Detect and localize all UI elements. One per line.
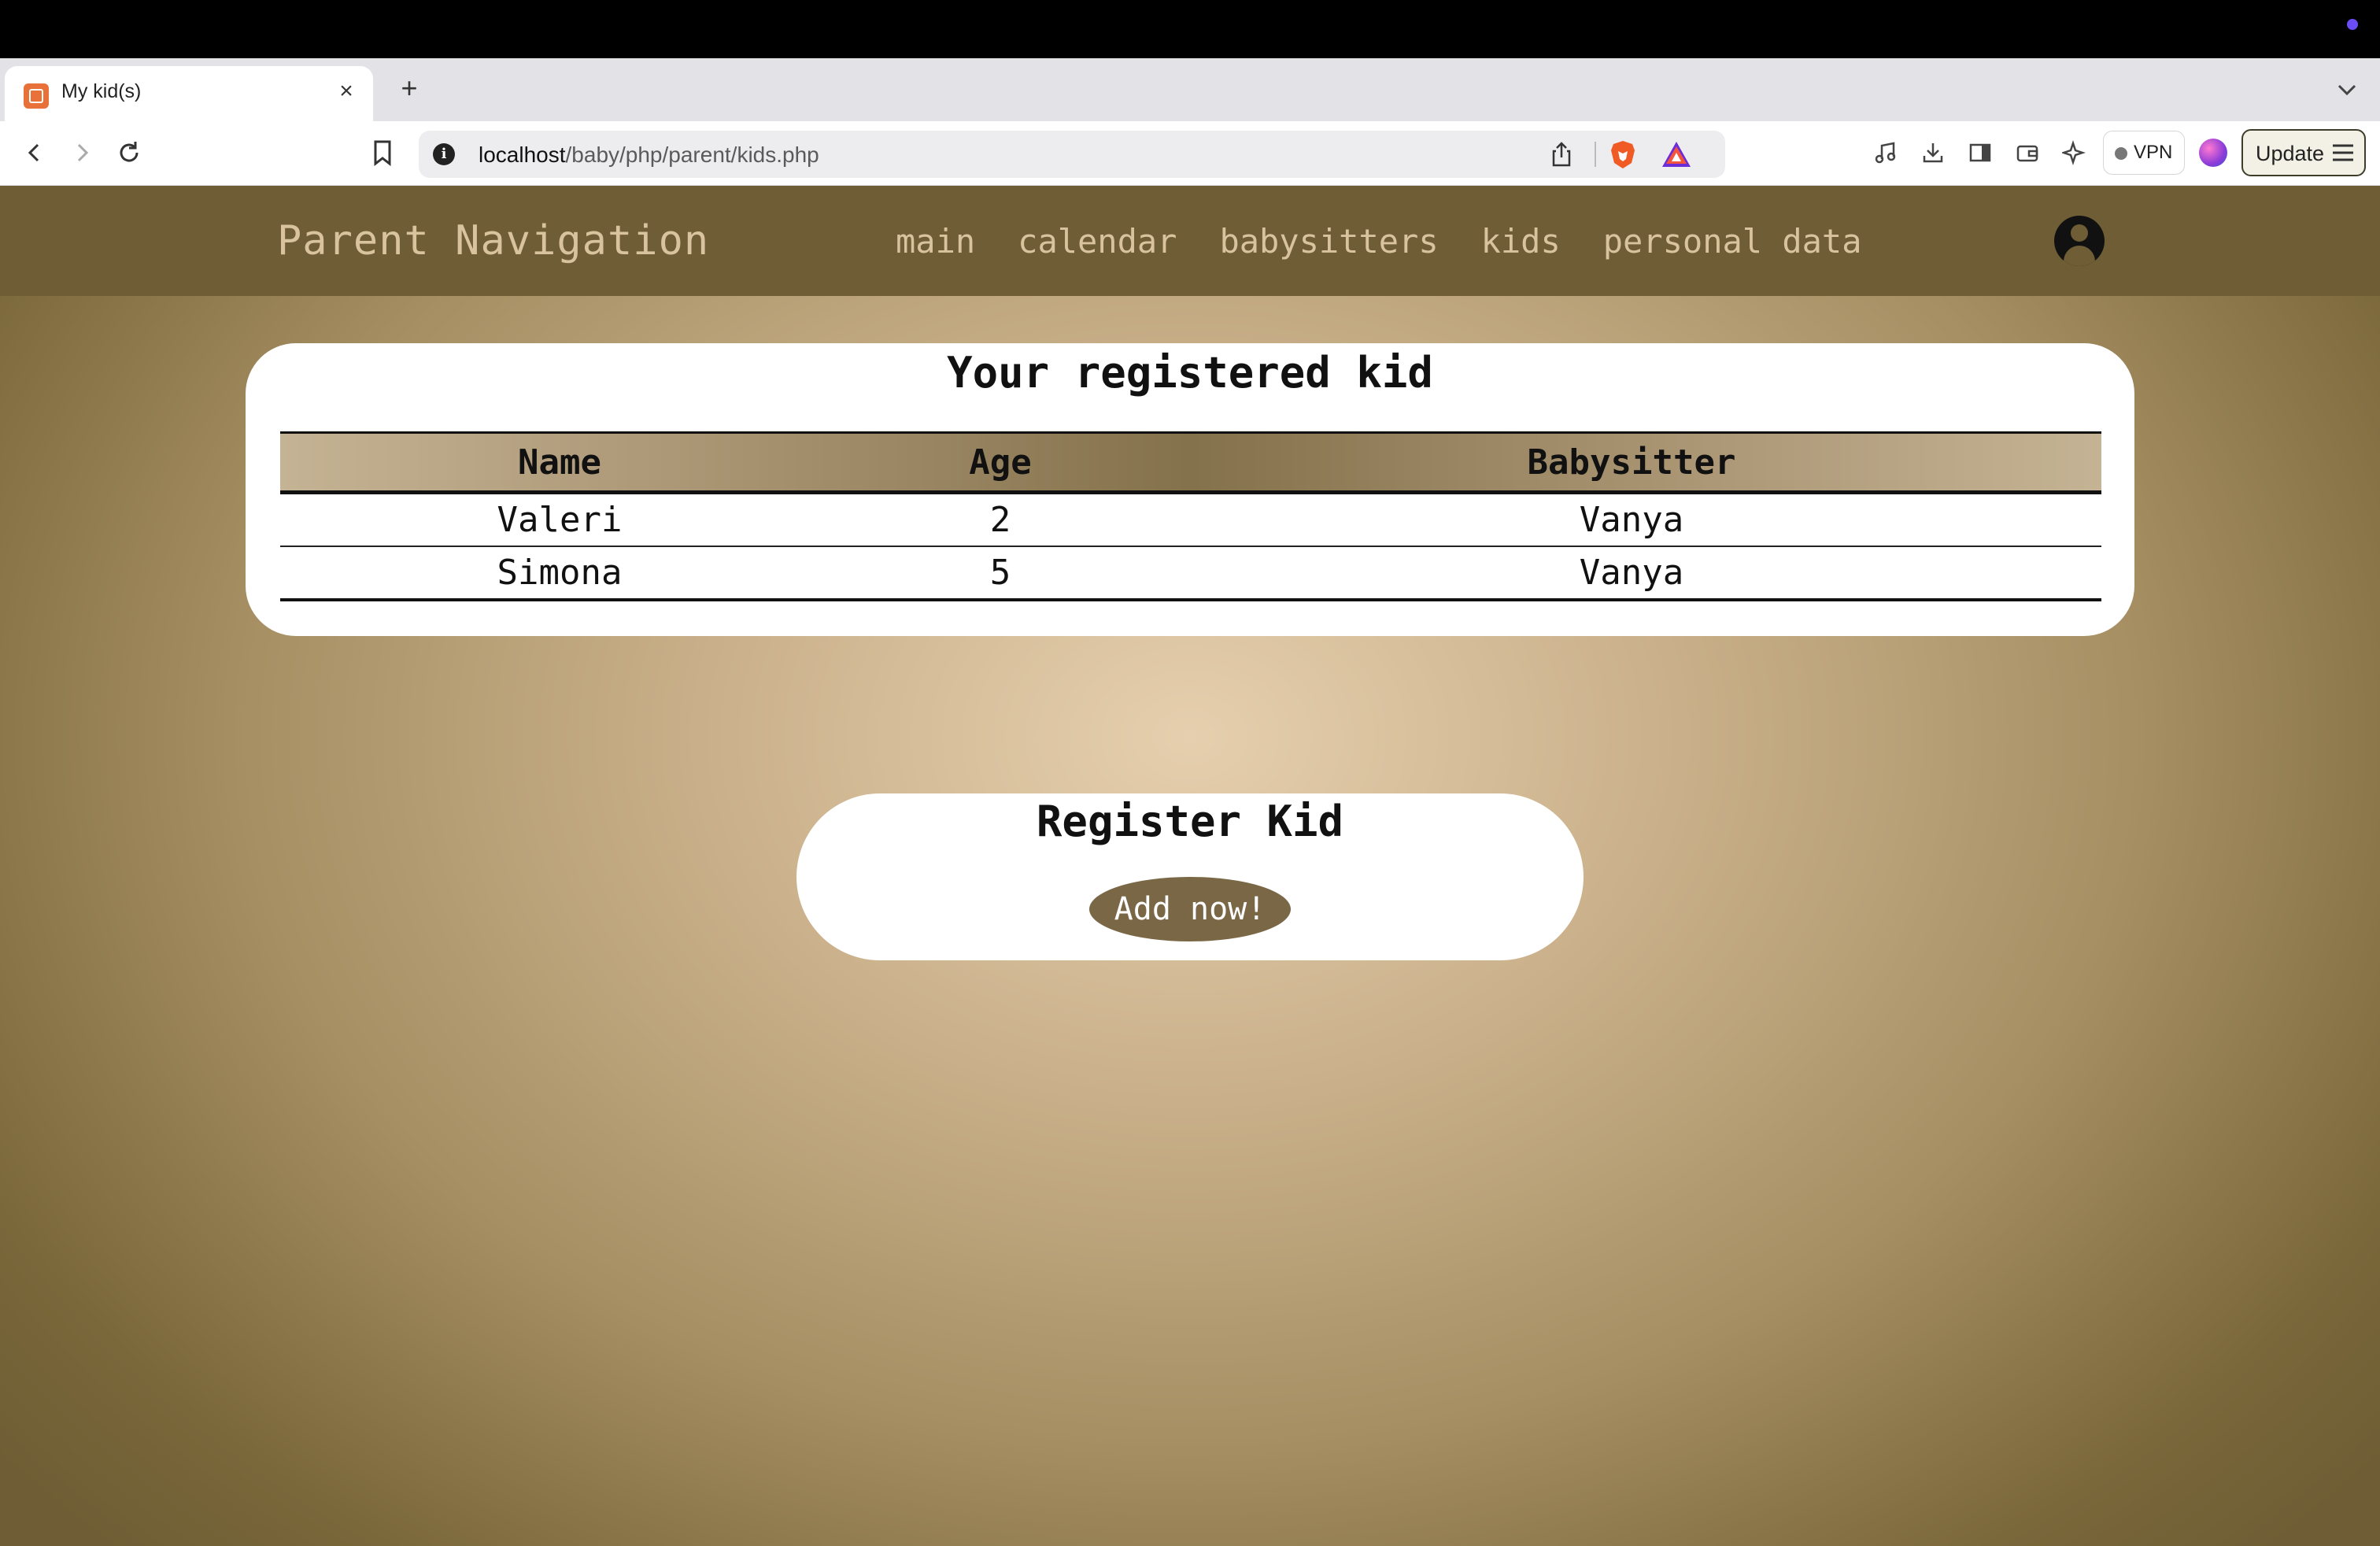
- forward-arrow-icon[interactable]: [63, 134, 101, 172]
- column-header-age: Age: [839, 431, 1162, 494]
- menu-hamburger-icon: [2333, 144, 2353, 161]
- leo-ai-icon[interactable]: [2056, 134, 2094, 172]
- wallet-icon[interactable]: [2009, 134, 2046, 172]
- system-menu-bar: [0, 0, 2380, 58]
- browser-toolbar: i localhost/baby/php/parent/kids.php VPN…: [0, 121, 2380, 186]
- profile-avatar-icon[interactable]: [2199, 139, 2227, 167]
- address-bar[interactable]: i localhost/baby/php/parent/kids.php: [419, 131, 1725, 178]
- download-icon[interactable]: [1914, 134, 1952, 172]
- nav-link-calendar[interactable]: calendar: [1018, 222, 1177, 261]
- kid-age-cell: 5: [839, 546, 1162, 601]
- sidebar-icon[interactable]: [1961, 134, 1999, 172]
- share-icon[interactable]: [1547, 140, 1576, 168]
- nav-link-kids[interactable]: kids: [1481, 222, 1561, 261]
- url-host: localhost: [479, 142, 566, 167]
- site-info-icon[interactable]: i: [433, 143, 455, 165]
- vpn-status-icon: [2115, 147, 2127, 160]
- nav-link-babysitters[interactable]: babysitters: [1219, 222, 1438, 261]
- register-section-title: Register Kid: [1036, 797, 1344, 846]
- kids-table: Name Age Babysitter Valeri 2 Vanya Simon…: [280, 431, 2101, 601]
- page-viewport: Parent Navigation main calendar babysitt…: [0, 186, 2380, 1546]
- back-arrow-icon[interactable]: [16, 134, 54, 172]
- table-row: Valeri 2 Vanya: [280, 492, 2101, 547]
- kid-babysitter-cell: Vanya: [1162, 546, 2101, 601]
- column-header-babysitter: Babysitter: [1162, 431, 2101, 494]
- status-dot-icon: [2347, 19, 2358, 30]
- registered-kids-card: Your registered kid Name Age Babysitter …: [246, 343, 2134, 636]
- kid-name-cell: Simona: [280, 546, 839, 601]
- user-account-icon[interactable]: [2054, 216, 2105, 266]
- update-label: Update: [2256, 142, 2325, 165]
- tab-list-chevron-icon[interactable]: [2331, 74, 2363, 105]
- favicon-icon: [24, 83, 49, 109]
- parent-navigation-bar: Parent Navigation main calendar babysitt…: [0, 186, 2380, 296]
- media-music-icon[interactable]: [1867, 134, 1905, 172]
- vpn-button[interactable]: VPN: [2103, 131, 2185, 175]
- table-header-row: Name Age Babysitter: [280, 431, 2101, 494]
- tab-strip: My kid(s) × +: [0, 58, 2380, 121]
- url-text[interactable]: localhost/baby/php/parent/kids.php: [479, 142, 819, 168]
- new-tab-button[interactable]: +: [392, 71, 427, 105]
- kid-babysitter-cell: Vanya: [1162, 492, 2101, 547]
- bookmark-icon[interactable]: [364, 134, 401, 172]
- nav-link-main[interactable]: main: [896, 222, 975, 261]
- kid-name-cell: Valeri: [280, 492, 839, 547]
- reload-icon[interactable]: [110, 134, 148, 172]
- tab-active[interactable]: My kid(s) ×: [5, 66, 373, 121]
- separator: [1595, 142, 1596, 167]
- nav-link-personal-data[interactable]: personal data: [1603, 222, 1862, 261]
- rewards-triangle-icon[interactable]: [1661, 140, 1692, 168]
- add-now-button[interactable]: Add now!: [1089, 877, 1291, 941]
- vpn-label: VPN: [2134, 142, 2173, 163]
- url-path: /baby/php/parent/kids.php: [565, 142, 819, 167]
- brave-shields-icon[interactable]: [1607, 139, 1639, 170]
- register-kid-card: Register Kid Add now!: [796, 793, 1584, 960]
- nav-brand[interactable]: Parent Navigation: [277, 217, 709, 264]
- tab-title: My kid(s): [61, 80, 142, 102]
- update-button[interactable]: Update: [2241, 129, 2366, 176]
- close-tab-icon[interactable]: ×: [332, 77, 360, 105]
- kid-age-cell: 2: [839, 492, 1162, 547]
- column-header-name: Name: [280, 431, 839, 494]
- table-row: Simona 5 Vanya: [280, 546, 2101, 601]
- nav-links: main calendar babysitters kids personal …: [896, 222, 1862, 261]
- kids-section-title: Your registered kid: [947, 348, 1433, 398]
